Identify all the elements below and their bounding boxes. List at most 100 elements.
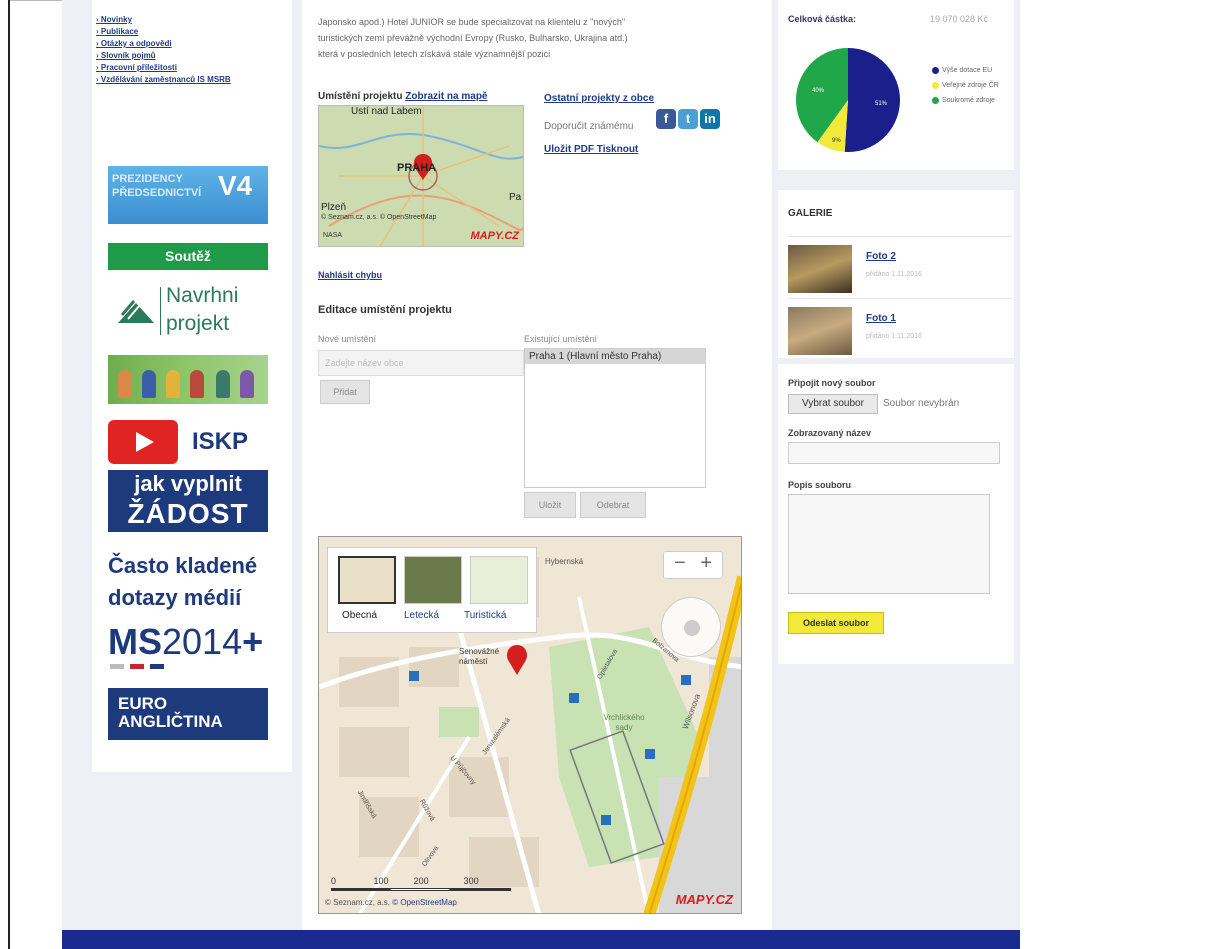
gallery-photo-name[interactable]: Foto 2 <box>866 251 896 262</box>
navrhni-logo-icon <box>118 300 154 323</box>
display-name-input[interactable] <box>788 442 1000 464</box>
remove-location-button[interactable]: Odebrat <box>580 492 646 518</box>
left-nav-item[interactable]: Slovník pojmů <box>96 50 296 62</box>
gallery-photo-meta: přidáno 1.11.2016 <box>866 333 922 340</box>
banner-jak-vyplnit-zadost[interactable]: jak vyplnit ŽÁDOST <box>108 470 268 532</box>
add-location-button[interactable]: Přidat <box>320 380 370 404</box>
left-nav: Novinky Publikace Otázky a odpovědi Slov… <box>96 14 296 86</box>
banner-zadost-line1: jak vyplnit <box>134 471 242 496</box>
legend-item: Veřejné zdroje ČR <box>932 81 1012 90</box>
banner-navrhni-projekt[interactable]: Navrhni projekt <box>108 283 268 339</box>
banner-ms2014[interactable]: MS2014+ <box>108 622 268 670</box>
total-amount-value: 19 070 028 Kč <box>930 14 989 24</box>
map-type-tourist[interactable]: Turistická <box>464 610 506 621</box>
banner-faq-media[interactable]: Často kladené dotazy médií <box>108 550 268 620</box>
ms-color-block <box>110 664 124 669</box>
gallery-photo[interactable] <box>788 307 852 355</box>
street-label: Senovážné náměstí <box>459 647 500 666</box>
banner-euro-line2: ANGLIČTINA <box>118 712 223 731</box>
save-pdf-link[interactable]: Uložit PDF <box>544 144 594 155</box>
edit-location-title: Editace umístění projektu <box>318 304 452 316</box>
new-location-label: Nové umístění <box>318 334 377 344</box>
gallery-item[interactable]: Foto 2 přidáno 1.11.2016 <box>788 236 1012 298</box>
location-minimap[interactable]: Ústí nad Labem PRAHA Plzeň Pa © Seznam.c… <box>318 105 524 247</box>
existing-locations-list[interactable]: Praha 1 (Hlavní město Praha) <box>524 348 706 488</box>
map-type-general[interactable]: Obecná <box>342 610 377 621</box>
no-file-text: Soubor nevybrán <box>883 398 960 409</box>
banner-soutez[interactable]: Soutěž <box>108 243 268 270</box>
description-line: která v posledních letech získává stále … <box>318 49 551 59</box>
banner-v4-text: PREZIDENCY PŘEDSEDNICTVÍ <box>112 173 202 199</box>
map-type-thumb[interactable] <box>338 556 396 604</box>
banner-people-illustration[interactable] <box>108 355 268 404</box>
print-link[interactable]: Tisknout <box>597 144 638 155</box>
minimap-city-label: Pa <box>509 192 522 203</box>
linkedin-icon[interactable]: in <box>700 109 720 129</box>
zoom-out-button[interactable]: − <box>674 552 686 575</box>
left-nav-item[interactable]: Vzdělávání zaměstnanců IS MSRB <box>96 74 296 86</box>
location-label: Umístění projektu <box>318 91 403 102</box>
legend-item: Soukromé zdroje <box>932 96 1012 105</box>
map-type-thumb[interactable] <box>404 556 462 604</box>
gallery-item[interactable]: Foto 1 přidáno 1.11.2016 <box>788 298 1012 360</box>
mapy-logo: MAPY.CZ <box>470 230 520 242</box>
left-nav-item[interactable]: Publikace <box>96 26 296 38</box>
banner-euro-anglictina[interactable]: EURO ANGLIČTINA <box>108 688 268 740</box>
detail-map[interactable]: Hybernská Senovážné náměstí Bolzanova Op… <box>318 536 742 914</box>
new-location-input[interactable]: Zadejte název obce <box>318 350 524 376</box>
project-actions: Ostatní projekty z obce Doporučit známém… <box>544 93 744 155</box>
window-left-border <box>8 0 10 949</box>
file-description-label: Popis souboru <box>788 480 851 490</box>
minimap-city-label: Ústí nad Labem <box>351 106 422 117</box>
file-description-textarea[interactable] <box>788 494 990 594</box>
banner-casto-line1: Často kladené <box>108 553 258 578</box>
gallery-photo[interactable] <box>788 245 852 293</box>
left-nav-item[interactable]: Novinky <box>96 14 296 26</box>
gallery-photo-name[interactable]: Foto 1 <box>866 313 896 324</box>
project-description: Japonsko apod.) Hotel JUNIOR se bude spe… <box>318 14 738 62</box>
choose-file-button[interactable]: Vybrat soubor <box>788 394 878 414</box>
facebook-icon[interactable]: f <box>656 109 676 129</box>
display-name-label: Zobrazovaný název <box>788 428 872 438</box>
play-icon <box>108 420 178 464</box>
banner-navrhni-line1: Navrhni <box>166 284 239 307</box>
banner-iskp[interactable]: ISKP <box>108 420 268 464</box>
ms-color-block <box>150 664 164 669</box>
list-item[interactable]: Praha 1 (Hlavní město Praha) <box>525 349 705 364</box>
right-margin <box>1020 0 1209 949</box>
twitter-icon[interactable]: t <box>678 109 698 129</box>
social-icons: f t in <box>656 109 722 129</box>
map-type-aerial[interactable]: Letecká <box>404 610 439 621</box>
banner-casto-line2: dotazy médií <box>108 585 242 610</box>
minimap-nasa: NASA <box>323 232 343 239</box>
left-nav-item[interactable]: Otázky a odpovědi <box>96 38 296 50</box>
pan-compass-icon[interactable] <box>661 597 721 657</box>
navrhni-divider <box>160 287 161 335</box>
zoom-in-button[interactable]: + <box>700 552 712 575</box>
location-heading: Umístění projektu Zobrazit na mapě <box>318 91 488 102</box>
banner-euro-line1: EURO <box>118 694 168 713</box>
existing-location-label: Existující umístění <box>524 334 598 344</box>
attach-file-label: Připojit nový soubor <box>788 378 876 388</box>
report-error-link[interactable]: Nahlásit chybu <box>318 270 382 280</box>
send-file-button[interactable]: Odeslat soubor <box>788 612 884 634</box>
minimap-city-label: Plzeň <box>321 202 347 213</box>
total-amount-label: Celková částka: <box>788 14 857 24</box>
other-projects-link[interactable]: Ostatní projekty z obce <box>544 93 744 104</box>
save-location-button[interactable]: Uložit <box>524 492 576 518</box>
pie-label: 9% <box>832 138 841 144</box>
left-nav-item[interactable]: Pracovní příležitosti <box>96 62 296 74</box>
map-type-thumb[interactable] <box>470 556 528 604</box>
pie-legend: Výše dotace EU Veřejné zdroje ČR Soukrom… <box>932 66 1012 111</box>
show-on-map-link[interactable]: Zobrazit na mapě <box>405 91 487 102</box>
openstreetmap-link[interactable]: © OpenStreetMap <box>392 898 457 907</box>
person-figure-icon <box>240 370 254 398</box>
banner-v4-presidency[interactable]: PREZIDENCY PŘEDSEDNICTVÍ V4 <box>108 166 268 224</box>
banner-ms2014-text: MS2014+ <box>108 621 264 662</box>
recommend-label: Doporučit známému <box>544 121 634 132</box>
funding-pie-chart <box>796 48 900 152</box>
mapy-logo: MAPY.CZ <box>675 892 733 907</box>
person-figure-icon <box>142 370 156 398</box>
description-line: Japonsko apod.) Hotel JUNIOR se bude spe… <box>318 17 626 27</box>
map-type-switcher: Obecná Letecká Turistická <box>327 547 537 633</box>
